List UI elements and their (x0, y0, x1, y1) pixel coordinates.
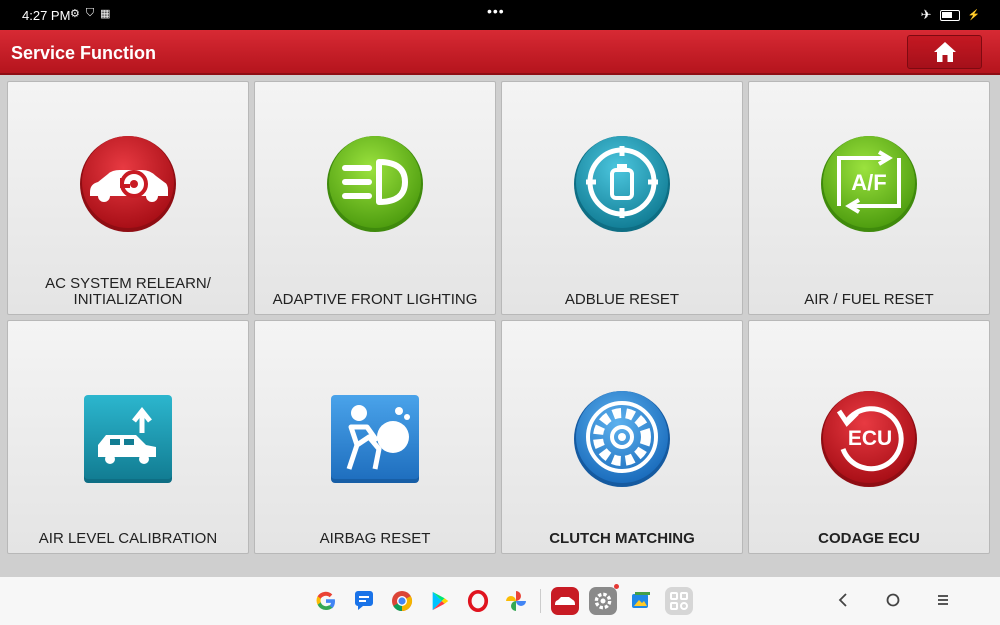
settings-app[interactable] (589, 584, 619, 615)
home-nav-button[interactable] (882, 589, 904, 611)
google-app[interactable] (312, 587, 340, 615)
adblue-tank-icon (574, 136, 670, 232)
air-fuel-icon: A/F (821, 136, 917, 232)
home-icon (933, 42, 956, 62)
settings-notification-icon: ⚙ (70, 8, 80, 20)
airplane-mode-icon: ✈ (920, 7, 932, 22)
headlight-icon (327, 136, 423, 232)
gallery-app[interactable] (627, 587, 655, 615)
taskbar (0, 577, 1000, 625)
grid-notification-icon: ▦ (100, 8, 111, 20)
tile-label: AIR LEVEL CALIBRATION (38, 530, 218, 547)
tile-label: AC SYSTEM RELEARN/ INITIALIZATION (45, 275, 211, 308)
messages-app[interactable] (350, 587, 378, 615)
opera-icon (467, 590, 489, 612)
status-system-icons: ✈ ⚡ (921, 7, 980, 23)
pinwheel-icon (506, 591, 526, 611)
tile-adblue-reset[interactable]: ADBLUE RESET (501, 81, 743, 315)
status-time: 4:27 PM (22, 8, 71, 23)
page-title: Service Function (11, 43, 157, 63)
ecu-icon-text: ECU (848, 427, 892, 450)
app-dock (312, 584, 693, 615)
tile-label: CLUTCH MATCHING (549, 530, 695, 547)
opera-app[interactable] (464, 587, 492, 615)
tile-label: ADBLUE RESET (564, 291, 680, 308)
google-g-icon (316, 591, 335, 610)
car-app-icon (555, 597, 575, 605)
app-grid-icon (670, 592, 688, 610)
gear-icon (594, 592, 612, 610)
status-bar: 4:27 PM ⚙ ⛉ ▦ ••• ✈ ⚡ (0, 0, 1000, 30)
tile-adaptive-front-lighting[interactable]: ADAPTIVE FRONT LIGHTING (254, 81, 496, 315)
airbag-icon (331, 395, 419, 483)
app-drawer[interactable] (665, 587, 693, 615)
tile-ac-system-relearn[interactable]: AC SYSTEM RELEARN/ INITIALIZATION (7, 81, 249, 315)
back-button[interactable] (832, 589, 854, 611)
app-header: Service Function (0, 30, 1000, 75)
play-store-app[interactable] (426, 587, 454, 615)
gallery-icon (632, 592, 650, 608)
tile-air-fuel-reset[interactable]: A/F AIR / FUEL RESET (748, 81, 990, 315)
tile-codage-ecu[interactable]: ECU CODAGE ECU (748, 320, 990, 554)
home-button[interactable] (907, 35, 982, 69)
service-function-grid: AC SYSTEM RELEARN/ INITIALIZATION ADAPTI… (7, 81, 993, 571)
status-notification-icons: ⚙ ⛉ ▦ (70, 7, 111, 20)
chrome-icon (392, 591, 413, 612)
navigation-buttons (832, 589, 954, 611)
tile-label: AIR / FUEL RESET (804, 291, 934, 308)
home-circle-icon (886, 593, 900, 607)
photos-app[interactable] (502, 587, 530, 615)
recents-button[interactable] (932, 589, 954, 611)
ecu-reset-icon: ECU (821, 391, 917, 487)
chat-bubble-icon (355, 591, 373, 610)
tile-clutch-matching[interactable]: CLUTCH MATCHING (501, 320, 743, 554)
back-chevron-icon (838, 593, 847, 607)
af-icon-text: A/F (851, 170, 886, 195)
tile-label: ADAPTIVE FRONT LIGHTING (272, 291, 478, 308)
battery-icon (939, 9, 960, 21)
tile-air-level-calibration[interactable]: AIR LEVEL CALIBRATION (7, 320, 249, 554)
menu-lines-icon (938, 595, 948, 605)
charging-icon: ⚡ (967, 9, 980, 21)
tile-label: AIRBAG RESET (319, 530, 431, 547)
clutch-disc-icon (574, 391, 670, 487)
multitask-dots[interactable]: ••• (487, 3, 505, 19)
tile-airbag-reset[interactable]: AIRBAG RESET (254, 320, 496, 554)
ac-relearn-car-icon (80, 136, 176, 232)
tile-label: CODAGE ECU (818, 530, 920, 547)
play-store-icon (432, 591, 449, 611)
car-lift-icon (84, 395, 172, 483)
vpn-shield-icon: ⛉ (85, 7, 95, 19)
diagnostic-app[interactable] (551, 587, 579, 615)
dock-separator (540, 589, 541, 613)
chrome-app[interactable] (388, 587, 416, 615)
notification-badge (614, 584, 619, 589)
